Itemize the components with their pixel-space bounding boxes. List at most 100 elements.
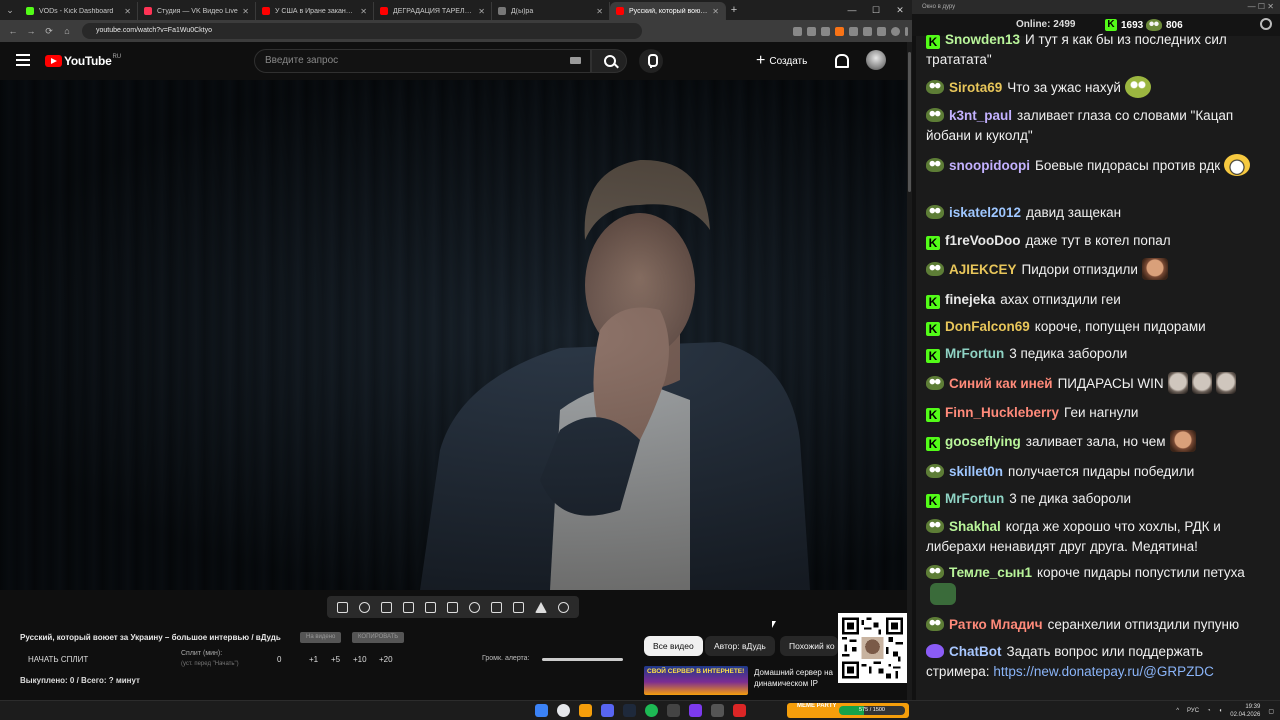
clock[interactable]: 19:39 02.04.2026 <box>1230 703 1260 719</box>
menu-icon[interactable] <box>905 26 908 36</box>
copy-button[interactable]: КОПИРОВАТЬ <box>352 632 405 643</box>
start-icon[interactable] <box>535 704 548 717</box>
avatar[interactable] <box>866 50 886 70</box>
tab-close-icon[interactable]: ✕ <box>360 7 367 16</box>
chat-settings-icon[interactable] <box>1260 18 1272 30</box>
chat-username[interactable]: Snowden13 <box>945 32 1020 47</box>
url-input[interactable]: youtube.com/watch?v=Fa1Wu0Cktyo <box>82 23 642 39</box>
discord-icon[interactable] <box>601 704 614 717</box>
split-value-button[interactable]: +1 <box>309 655 318 664</box>
maximize-icon[interactable]: ☐ <box>864 0 888 20</box>
broadcast-icon[interactable] <box>358 601 370 613</box>
youtube-logo[interactable]: YouTube RU <box>45 54 121 68</box>
chat-username[interactable]: snoopidoopi <box>949 158 1030 173</box>
steam-icon[interactable] <box>623 704 636 717</box>
chat-username[interactable]: k3nt_paul <box>949 108 1012 123</box>
language-indicator[interactable]: РУС <box>1187 708 1199 714</box>
cast-icon[interactable] <box>793 26 802 36</box>
search-button[interactable] <box>591 49 627 73</box>
tab-close-icon[interactable]: ✕ <box>242 7 249 16</box>
chip-all-videos[interactable]: Все видео <box>644 636 703 656</box>
screenshot-icon[interactable] <box>513 601 525 613</box>
chat-username[interactable]: Sirota69 <box>949 80 1002 95</box>
chat-username[interactable]: finejeka <box>945 292 995 307</box>
video-player[interactable] <box>0 80 907 590</box>
speed-icon[interactable] <box>469 601 480 613</box>
search-input[interactable]: Введите запрос <box>254 49 591 73</box>
browser-tab[interactable]: У США в Иране заканчиваются ✕ <box>256 2 374 20</box>
notifications-icon[interactable]: ▢ <box>1268 708 1274 715</box>
forward-icon[interactable]: → <box>22 26 40 36</box>
notifications-bell-icon[interactable] <box>834 54 849 68</box>
close-icon[interactable]: ✕ <box>888 0 912 20</box>
app-icon[interactable] <box>733 704 746 717</box>
loop-icon[interactable] <box>336 601 348 613</box>
minimize-icon[interactable]: — <box>840 0 864 20</box>
tab-close-icon[interactable]: ✕ <box>712 7 719 16</box>
tab-close-icon[interactable]: ✕ <box>478 7 485 16</box>
split-value-button[interactable]: 0 <box>277 655 281 664</box>
recommended-thumbnail[interactable]: СВОЙ СЕРВЕР В ИНТЕРНЕТЕ! <box>644 666 748 695</box>
extension-icon[interactable] <box>835 26 844 36</box>
scrollbar-thumb[interactable] <box>908 52 911 192</box>
miniplayer-icon[interactable] <box>424 601 436 613</box>
chat-scrollbar[interactable] <box>912 36 916 700</box>
folder-icon[interactable] <box>579 704 592 717</box>
home-icon[interactable]: ⌂ <box>58 26 76 36</box>
film-icon[interactable] <box>402 601 414 613</box>
browser-tab[interactable]: Д(ы)ра ✕ <box>492 2 610 20</box>
recommended-title[interactable]: Домашний сервер на динамическом IP беспл… <box>754 667 838 690</box>
keyboard-icon[interactable] <box>570 57 581 64</box>
chat-username[interactable]: Finn_Huckleberry <box>945 405 1059 420</box>
chip-author[interactable]: Автор: вДудь <box>705 636 775 656</box>
volume-icon[interactable]: ◖ <box>1219 708 1223 714</box>
split-value-button[interactable]: +10 <box>353 655 367 664</box>
create-button[interactable]: + Создать <box>756 52 807 70</box>
back-icon[interactable]: ← <box>4 26 22 36</box>
chat-username[interactable]: skillet0n <box>949 464 1003 479</box>
download-icon[interactable] <box>877 26 886 36</box>
chat-username[interactable]: MrFortun <box>945 346 1004 361</box>
reload-icon[interactable]: ⟳ <box>40 26 58 37</box>
voice-search-button[interactable] <box>639 49 663 73</box>
tab-search-icon[interactable]: ⌄ <box>0 0 20 20</box>
chat-username[interactable]: Shakhal <box>949 519 1001 534</box>
chat-link[interactable]: https://new.donatepay.ru/@GRPZDC <box>993 664 1214 679</box>
chat-username[interactable]: Синий как иней <box>949 376 1053 391</box>
new-tab-button[interactable]: + <box>726 4 742 16</box>
on-video-button[interactable]: На видено <box>300 632 342 643</box>
tab-close-icon[interactable]: ✕ <box>596 7 603 16</box>
settings-gear-icon[interactable] <box>558 601 570 613</box>
window-controls-icon[interactable]: — ☐ ✕ <box>1248 0 1274 14</box>
chat-username[interactable]: Темле_сын1 <box>949 565 1032 580</box>
chat-username[interactable]: f1reVooDoo <box>945 233 1021 248</box>
playlist-icon[interactable] <box>380 601 392 613</box>
chat-username[interactable]: MrFortun <box>945 491 1004 506</box>
menu-icon[interactable] <box>16 54 30 66</box>
theater-icon[interactable] <box>446 601 458 613</box>
spotify-icon[interactable] <box>645 704 658 717</box>
chat-username[interactable]: ChatBot <box>949 644 1002 659</box>
chat-username[interactable]: AJIEKCEY <box>949 262 1017 277</box>
tray-chevron-icon[interactable]: ^ <box>1176 708 1179 714</box>
zoom-icon[interactable] <box>807 26 816 36</box>
app-icon[interactable] <box>711 704 724 717</box>
flask-icon[interactable] <box>535 601 548 613</box>
alert-volume-slider[interactable] <box>542 658 623 661</box>
extension-icon[interactable] <box>849 26 858 36</box>
browser-tab[interactable]: ДЕГРАДАЦИЯ ТАРЕЛОЧНИЦ✕ <box>374 2 492 20</box>
app-icon[interactable] <box>689 704 702 717</box>
browser-tab[interactable]: Студия — VK Видео Live ✕ <box>138 2 256 20</box>
browser-tab[interactable]: Русский, который воюет за ✕ <box>610 2 726 20</box>
chat-username[interactable]: gooseflying <box>945 434 1021 449</box>
obs-icon[interactable] <box>667 704 680 717</box>
browser-tab[interactable]: VODs - Kick Dashboard ✕ <box>20 2 138 20</box>
start-split-button[interactable]: НАЧАТЬ СПЛИТ <box>28 655 88 664</box>
chat-username[interactable]: iskatel2012 <box>949 205 1021 220</box>
split-value-button[interactable]: +20 <box>379 655 393 664</box>
star-icon[interactable] <box>821 26 830 36</box>
chat-username[interactable]: DonFalcon69 <box>945 319 1030 334</box>
network-icon[interactable]: ◔ <box>1207 708 1211 714</box>
add-icon[interactable] <box>491 601 503 613</box>
extension-icon[interactable] <box>863 26 872 36</box>
